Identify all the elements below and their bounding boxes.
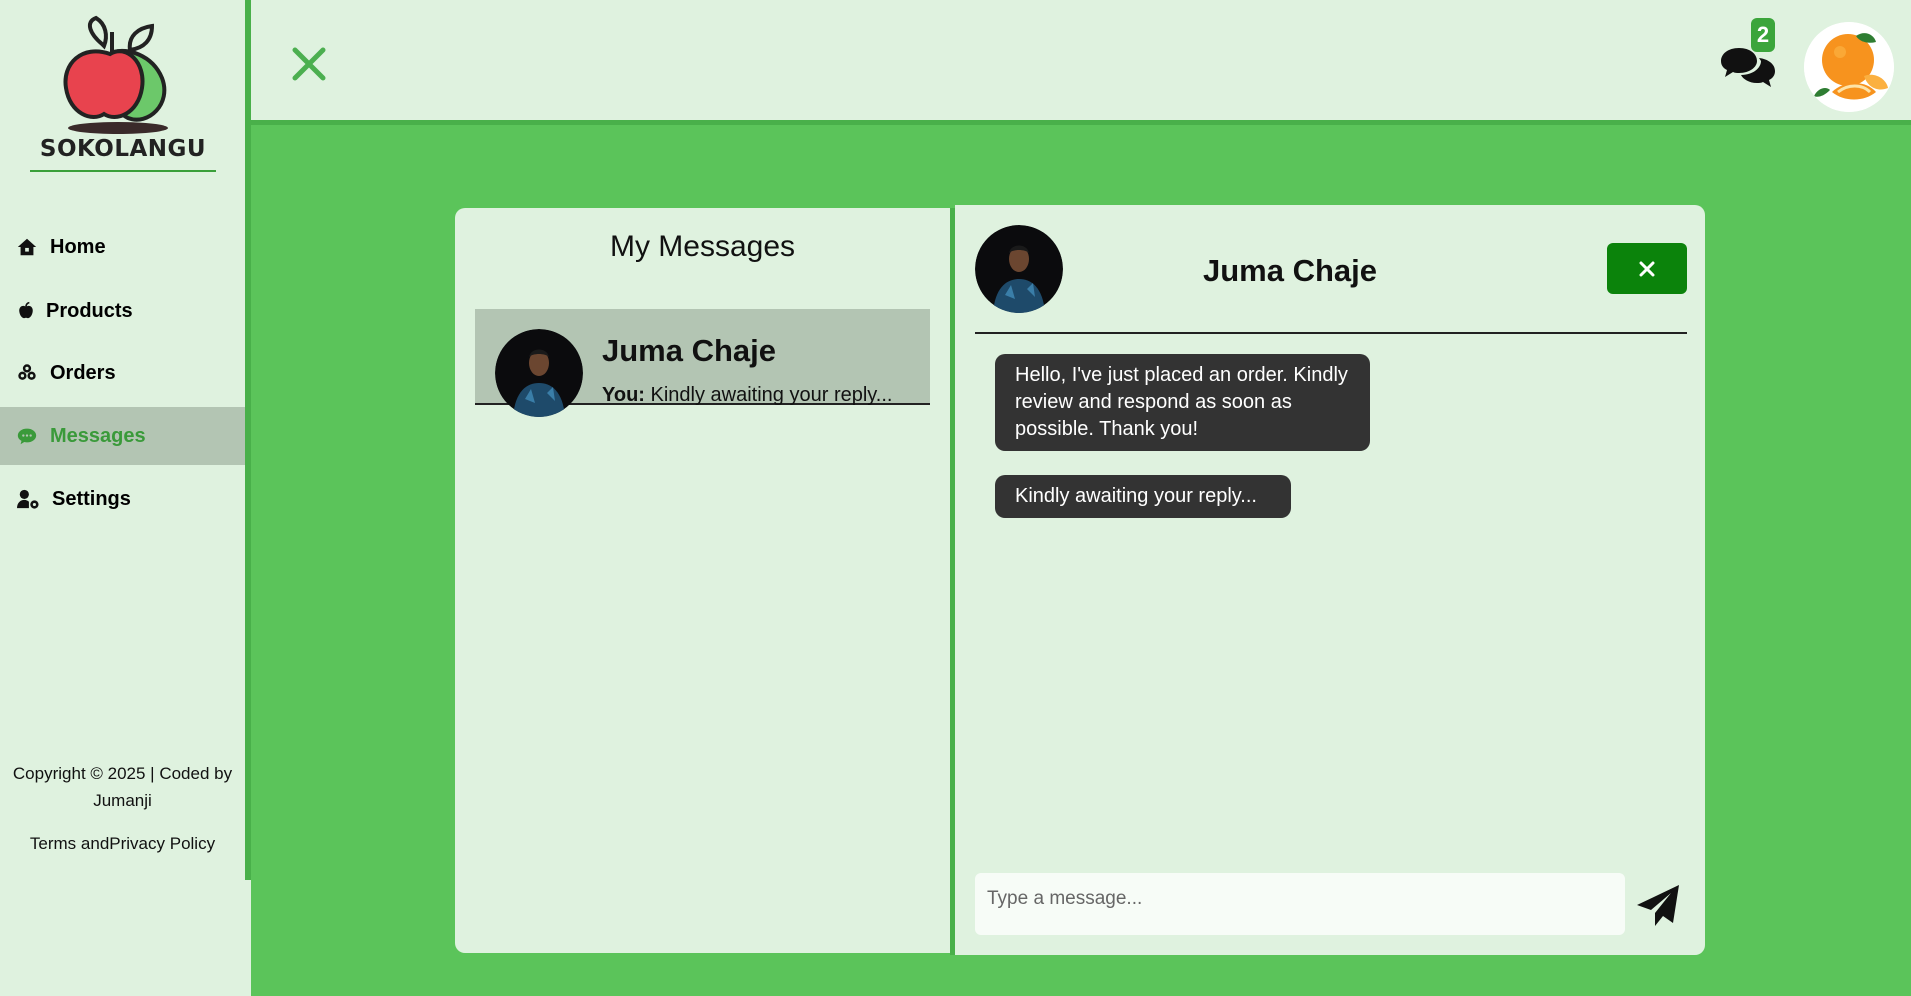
message-input[interactable] [975, 873, 1625, 935]
boxes-icon [18, 364, 36, 380]
conversation-item[interactable]: Juma Chaje You: Kindly awaiting your rep… [475, 309, 930, 417]
sidebar-item-label: Messages [50, 424, 146, 447]
send-icon[interactable] [1635, 883, 1681, 929]
chat-icon [17, 428, 37, 445]
sidebar-item-orders[interactable]: Orders [0, 344, 245, 402]
home-icon [17, 238, 37, 256]
message-bubble: Hello, I've just placed an order. Kindly… [995, 354, 1370, 451]
sidebar-item-settings[interactable]: Settings [0, 470, 245, 528]
person-avatar-icon [975, 225, 1063, 313]
notification-badge: 2 [1751, 18, 1775, 52]
preview-text: Kindly awaiting your reply... [650, 384, 893, 406]
brand-logo[interactable]: SOKOLANGU [30, 14, 216, 174]
sidebar-item-label: Orders [50, 361, 116, 384]
chat-header-divider [975, 332, 1687, 334]
terms-privacy-link[interactable]: Terms andPrivacy Policy [10, 834, 235, 854]
sidebar-item-label: Settings [52, 487, 131, 510]
close-icon [1639, 261, 1655, 276]
close-sidebar-icon[interactable] [291, 46, 327, 82]
topbar: 2 [251, 0, 1911, 125]
apple-icon [19, 301, 33, 319]
sidebar: SOKOLANGU Home Products Orders Messages … [0, 0, 251, 880]
sidebar-item-home[interactable]: Home [0, 218, 245, 276]
orange-avatar-icon [1804, 22, 1894, 112]
copyright-text: Copyright © 2025 | Coded by Jumanji [12, 764, 233, 810]
apple-logo-icon [63, 15, 168, 134]
sidebar-item-label: Home [50, 235, 106, 258]
sidebar-item-messages[interactable]: Messages [0, 407, 245, 465]
contact-avatar [495, 329, 583, 417]
sidebar-item-label: Products [46, 299, 133, 322]
conversation-name: Juma Chaje [602, 333, 777, 368]
chat-contact-name: Juma Chaje [1202, 253, 1377, 288]
conversation-list-panel: My Messages Juma Chaje You: Kindly await… [455, 208, 950, 953]
person-avatar-icon [495, 329, 583, 417]
sidebar-footer-fill [0, 880, 251, 996]
user-gear-icon [17, 489, 39, 509]
preview-sender: You: [602, 384, 645, 406]
brand-name: SOKOLANGU [39, 136, 207, 162]
brand-underline [30, 170, 216, 172]
chat-contact-avatar [975, 225, 1063, 313]
user-avatar[interactable] [1804, 22, 1894, 112]
sidebar-item-products[interactable]: Products [0, 282, 245, 340]
messages-title: My Messages [609, 230, 796, 263]
chat-panel: Juma Chaje Hello, I've just placed an or… [955, 205, 1705, 955]
close-chat-button[interactable] [1607, 243, 1687, 294]
conversation-preview: You: Kindly awaiting your reply... [602, 384, 892, 407]
message-bubble: Kindly awaiting your reply... [995, 475, 1291, 518]
